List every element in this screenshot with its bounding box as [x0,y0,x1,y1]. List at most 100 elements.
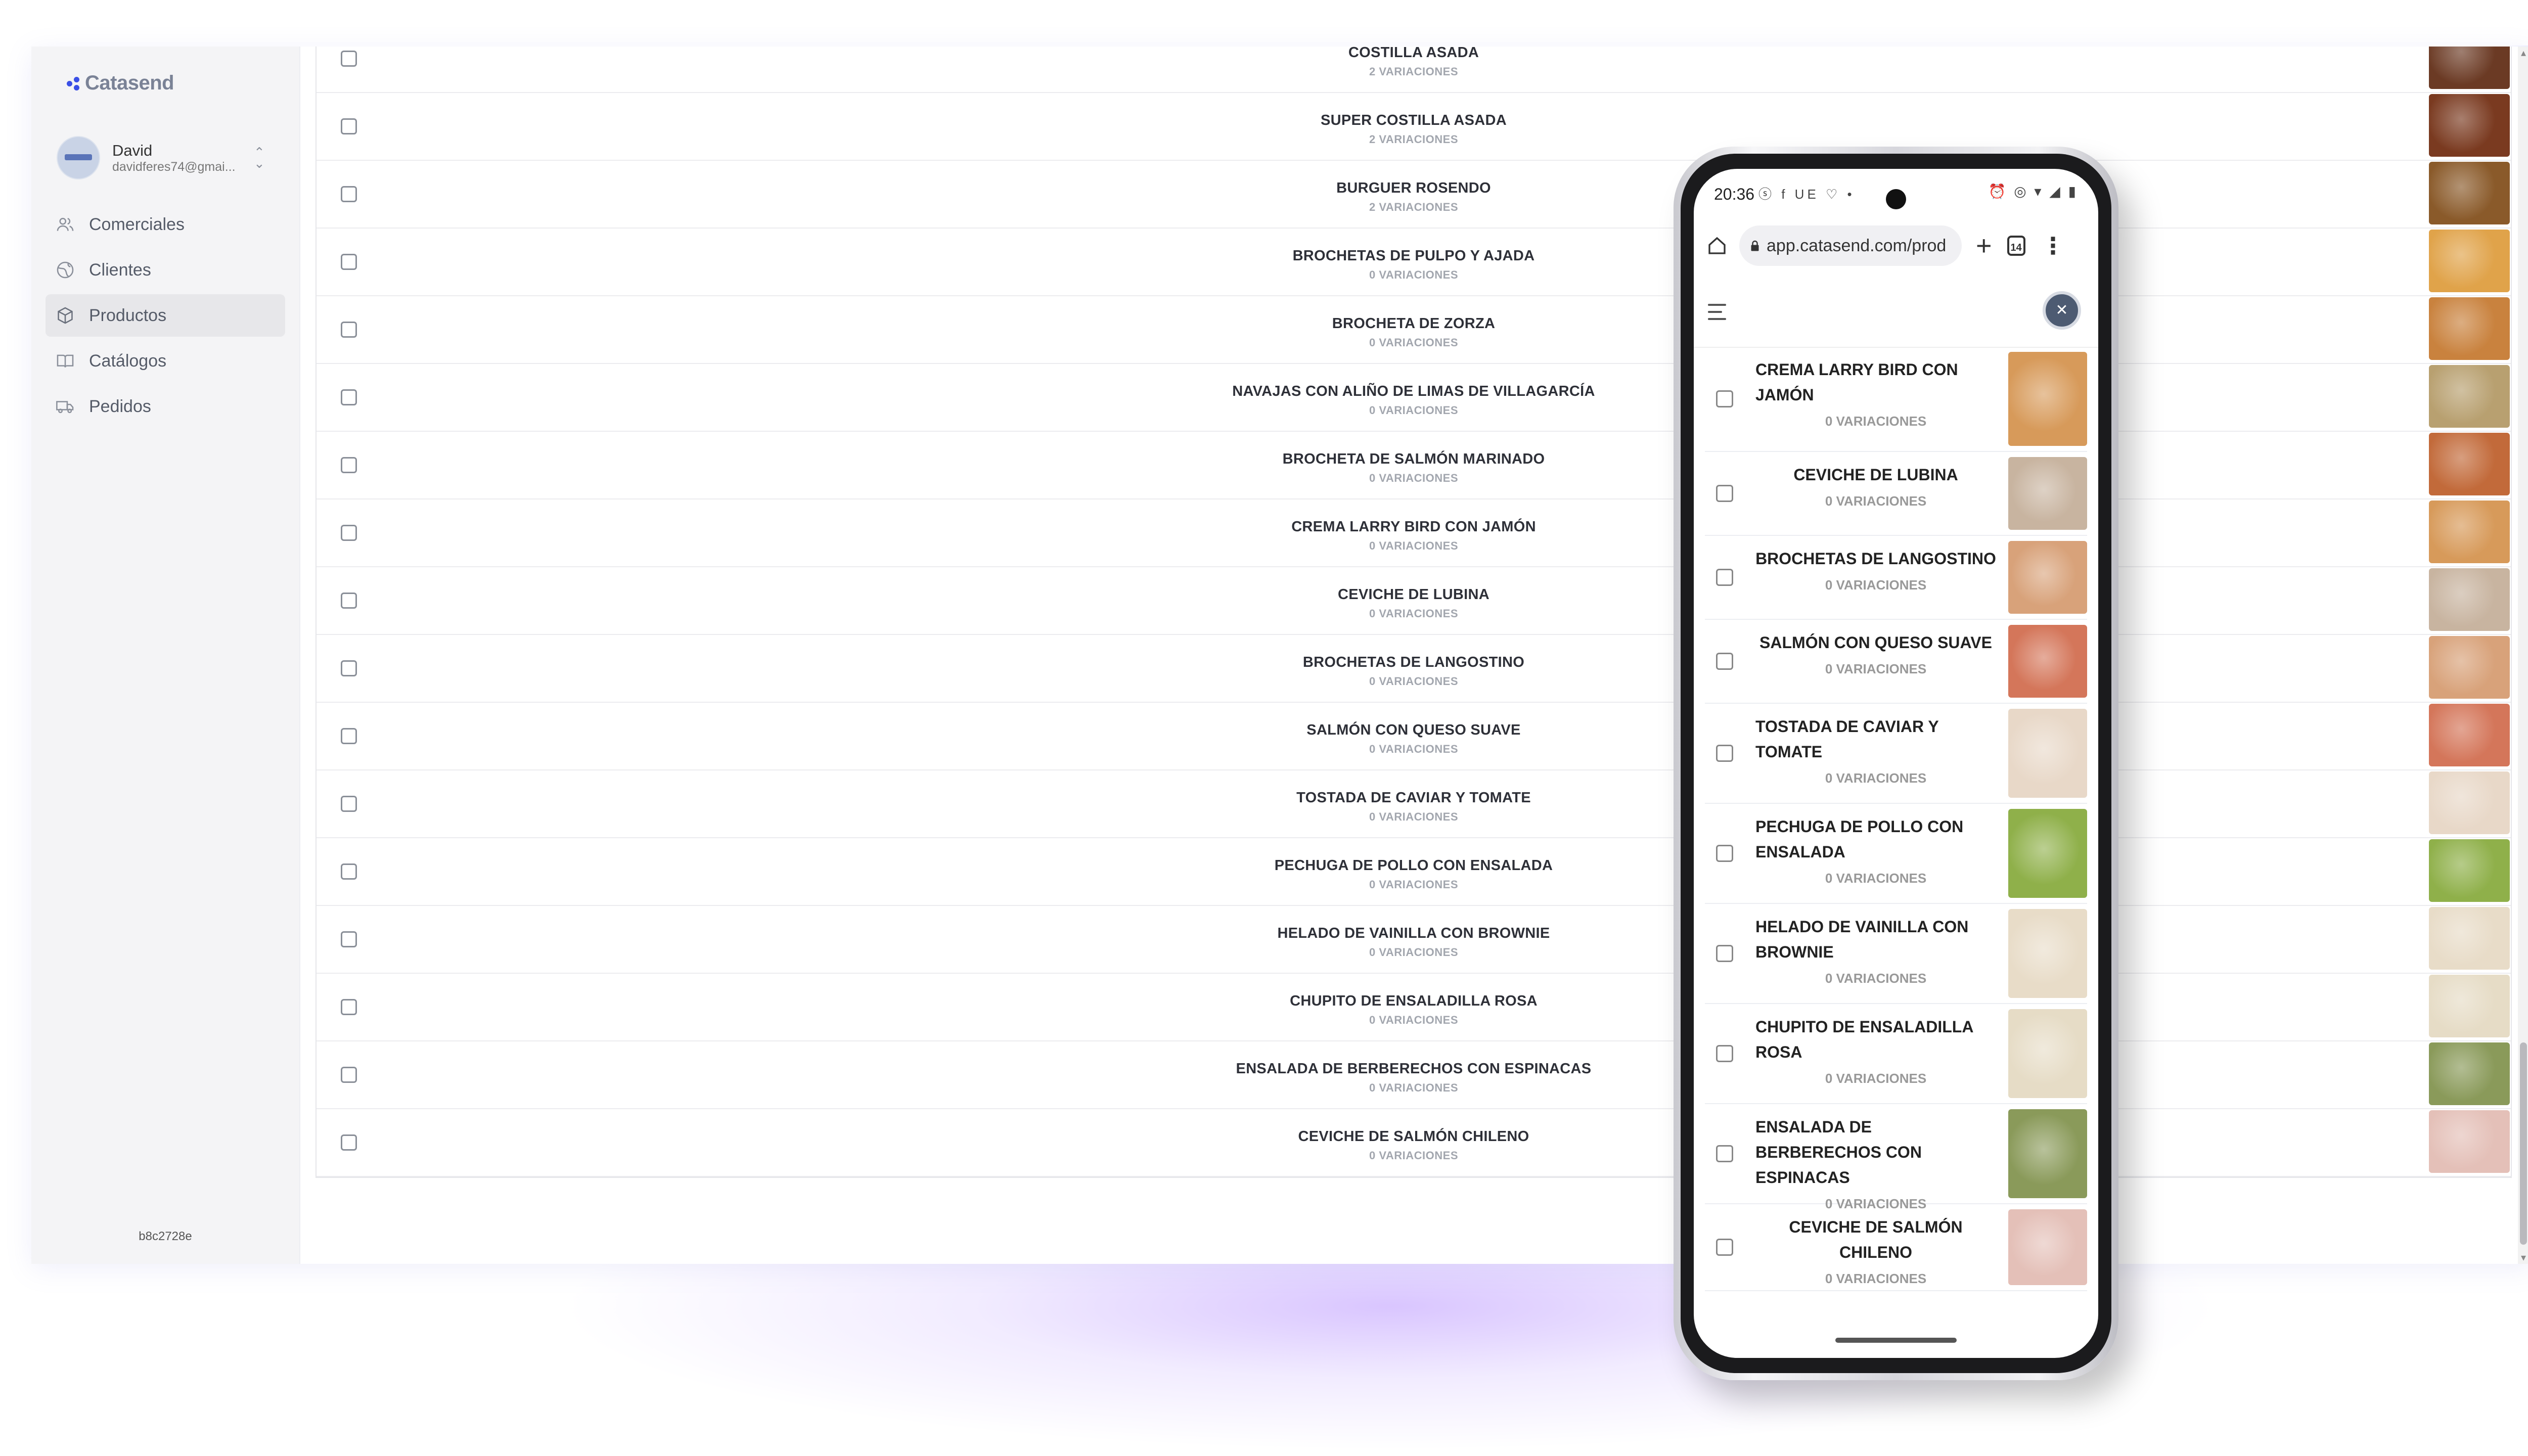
list-item[interactable]: SALMÓN CON QUESO SUAVE 0 VARIACIONES [1705,620,2087,704]
product-thumbnail [2429,975,2510,1037]
product-variations: 0 VARIACIONES [1369,472,1458,484]
sidebar-item-comerciales[interactable]: Comerciales [46,203,285,246]
list-item[interactable]: HELADO DE VAINILLA CON BROWNIE 0 VARIACIO… [1705,904,2087,1004]
table-row[interactable]: NAVAJAS CON ALIÑO DE LIMAS DE VILLAGARCÍ… [317,364,2511,432]
list-item[interactable]: CEVICHE DE LUBINA 0 VARIACIONES [1705,452,2087,536]
table-row[interactable]: CHUPITO DE ENSALADILLA ROSA 0 VARIACIONES [317,974,2511,1041]
table-row[interactable]: SALMÓN CON QUESO SUAVE 0 VARIACIONES [317,703,2511,770]
user-email: davidferes74@gmai... [112,159,236,174]
table-row[interactable]: CREMA LARRY BIRD CON JAMÓN 0 VARIACIONES [317,499,2511,567]
globe-icon [57,261,74,279]
desktop-app-window: Catasend David davidferes74@gmai... ⌃ ⌄ C… [31,47,2528,1264]
item-checkbox[interactable] [1716,1145,1733,1162]
more-vertical-icon[interactable]: ⋮ [2042,234,2065,257]
product-thumbnail [2008,1209,2087,1285]
scrollbar[interactable]: ▴ ▾ [2518,47,2528,1264]
product-variations: 0 VARIACIONES [1369,404,1458,417]
table-row[interactable]: BROCHETA DE SALMÓN MARINADO 0 VARIACIONES [317,432,2511,499]
product-thumbnail [2429,568,2510,631]
item-checkbox[interactable] [1716,653,1733,670]
user-menu[interactable]: David davidferes74@gmai... ⌃ ⌄ [57,130,279,186]
url-text: app.catasend.com/prod [1767,236,1947,255]
front-camera [1886,189,1906,209]
list-item[interactable]: CREMA LARRY BIRD CON JAMÓN 0 VARIACIONES [1705,347,2087,452]
scroll-up-arrow-icon[interactable]: ▴ [2518,47,2528,59]
item-checkbox[interactable] [1716,1045,1733,1062]
table-row[interactable]: BROCHETAS DE LANGOSTINO 0 VARIACIONES [317,635,2511,703]
sidebar-item-clientes[interactable]: Clientes [46,249,285,291]
product-name: SALMÓN CON QUESO SUAVE [1306,722,1521,738]
list-item[interactable]: ENSALADA DE BERBERECHOS CON ESPINACAS 0 V… [1705,1104,2087,1211]
table-row[interactable]: COSTILLA ASADA 2 VARIACIONES [317,47,2511,93]
sidebar-item-label: Comerciales [89,214,185,234]
product-thumbnail [2429,162,2510,224]
table-row[interactable]: BROCHETA DE ZORZA 0 VARIACIONES [317,296,2511,364]
logo-dots-icon [67,76,82,91]
mobile-app-header: ✕ [1694,276,2098,348]
product-variations: 0 VARIACIONES [1369,539,1458,552]
product-thumbnail [2008,909,2087,998]
table-row[interactable]: ENSALADA DE BERBERECHOS CON ESPINACAS 0 V… [317,1041,2511,1109]
item-checkbox[interactable] [1716,945,1733,962]
product-name: SUPER COSTILLA ASADA [1321,112,1507,128]
table-row[interactable]: BURGUER ROSENDO 2 VARIACIONES [317,161,2511,229]
brand-logo[interactable]: Catasend [67,72,174,95]
item-checkbox[interactable] [1716,845,1733,862]
table-row[interactable]: PECHUGA DE POLLO CON ENSALADA 0 VARIACION… [317,838,2511,906]
sidebar-item-productos[interactable]: Productos [46,294,285,337]
product-thumbnail [2429,771,2510,834]
mobile-product-list: CREMA LARRY BIRD CON JAMÓN 0 VARIACIONES C… [1705,347,2087,1358]
item-checkbox[interactable] [1716,569,1733,586]
phone-mockup: 20:36 ⓢ f UE ♡ • ⏰ ◎ ▾ ◢ ▮ app.catasend.… [1674,147,2118,1380]
product-name: CHUPITO DE ENSALADILLA ROSA [1290,993,1538,1009]
table-row[interactable]: BROCHETAS DE PULPO Y AJADA 0 VARIACIONES [317,229,2511,296]
new-tab-plus-icon[interactable]: + [1976,232,1992,259]
scrollbar-thumb[interactable] [2520,1042,2527,1245]
list-item[interactable]: BROCHETAS DE LANGOSTINO 0 VARIACIONES [1705,536,2087,620]
product-name: CEVICHE DE LUBINA [1793,466,1958,484]
item-checkbox[interactable] [1716,745,1733,762]
product-name: CEVICHE DE LUBINA [1338,586,1489,603]
table-row[interactable]: TOSTADA DE CAVIAR Y TOMATE 0 VARIACIONES [317,770,2511,838]
list-item[interactable]: TOSTADA DE CAVIAR Y TOMATE 0 VARIACIONES [1705,704,2087,804]
product-variations: 0 VARIACIONES [1369,743,1458,755]
box-icon [58,307,73,324]
list-item[interactable]: CHUPITO DE ENSALADILLA ROSA 0 VARIACIONES [1705,1004,2087,1104]
status-system-icons: ⏰ ◎ ▾ ◢ ▮ [1988,184,2078,199]
hamburger-menu-icon[interactable] [1708,304,1728,322]
product-name: ENSALADA DE BERBERECHOS CON ESPINACAS [1755,1118,1922,1187]
company-logo[interactable]: ✕ [2043,291,2081,330]
item-checkbox[interactable] [1716,1239,1733,1256]
product-name: CREMA LARRY BIRD CON JAMÓN [1291,519,1536,535]
scroll-down-arrow-icon[interactable]: ▾ [2518,1251,2528,1264]
product-name: CREMA LARRY BIRD CON JAMÓN [1755,360,1958,404]
table-row[interactable]: CEVICHE DE SALMÓN CHILENO 0 VARIACIONES [317,1109,2511,1177]
sidebar-item-catalogos[interactable]: Catálogos [46,340,285,382]
product-variations: 0 VARIACIONES [1825,493,1927,509]
list-item[interactable]: CEVICHE DE SALMÓN CHILENO 0 VARIACIONES [1705,1204,2087,1291]
table-row[interactable]: HELADO DE VAINILLA CON BROWNIE 0 VARIACIO… [317,906,2511,974]
gesture-navigation-bar[interactable] [1835,1338,1957,1343]
lock-icon [1751,240,1759,251]
tab-switcher-button[interactable]: 14 [2007,236,2025,256]
product-thumbnail [2008,709,2087,798]
product-variations: 0 VARIACIONES [1369,946,1458,959]
item-checkbox[interactable] [1716,485,1733,502]
item-checkbox[interactable] [1716,390,1733,407]
table-row[interactable]: SUPER COSTILLA ASADA 2 VARIACIONES [317,93,2511,161]
sidebar-item-pedidos[interactable]: Pedidos [46,385,285,428]
product-name: TOSTADA DE CAVIAR Y TOMATE [1296,790,1531,806]
product-variations: 0 VARIACIONES [1369,810,1458,823]
product-variations: 0 VARIACIONES [1825,871,1927,886]
list-item[interactable]: PECHUGA DE POLLO CON ENSALADA 0 VARIACION… [1705,804,2087,904]
home-icon[interactable] [1707,236,1727,256]
product-variations: 0 VARIACIONES [1825,414,1927,429]
product-name: BROCHETAS DE LANGOSTINO [1302,654,1525,670]
address-bar[interactable]: app.catasend.com/prod [1739,225,1962,266]
product-name: NAVAJAS CON ALIÑO DE LIMAS DE VILLAGARCÍ… [1232,383,1595,399]
product-thumbnail [2008,625,2087,698]
browser-toolbar: app.catasend.com/prod + 14 ⋮ [1694,215,2098,276]
table-row[interactable]: CEVICHE DE LUBINA 0 VARIACIONES [317,567,2511,635]
book-icon [57,354,74,368]
product-name: TOSTADA DE CAVIAR Y TOMATE [1755,717,1939,761]
